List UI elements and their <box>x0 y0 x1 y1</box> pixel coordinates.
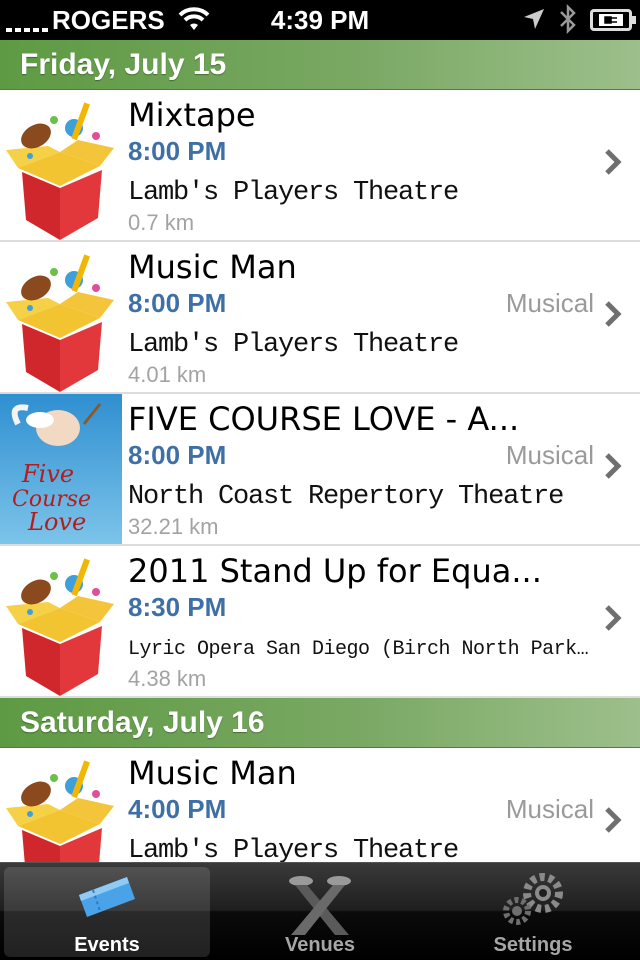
tab-venues[interactable]: Venues <box>217 867 423 957</box>
event-title: Mixtape <box>128 96 256 134</box>
ticket-icon <box>75 873 139 925</box>
event-time: 8:00 PM <box>128 440 227 470</box>
event-time: 8:00 PM <box>128 288 227 318</box>
event-time: 8:30 PM <box>128 592 227 622</box>
event-title: Music Man <box>128 248 297 286</box>
event-time: 8:00 PM <box>128 136 227 166</box>
event-row[interactable]: Five Course Love FIVE COURSE LOVE - A...… <box>0 394 640 546</box>
tab-bar: Events Venues Settings <box>0 862 640 960</box>
event-time: 4:00 PM <box>128 794 227 824</box>
chevron-right-icon <box>605 301 622 327</box>
event-venue: Lyric Opera San Diego (Birch North Park … <box>128 638 590 661</box>
event-genre: Musical <box>505 288 594 318</box>
poster-text: Love <box>27 508 86 536</box>
event-row[interactable]: Music Man 8:00 PM Musical Lamb's Players… <box>0 242 640 394</box>
event-title: 2011 Stand Up for Equa... <box>128 552 542 590</box>
event-venue: Lamb's Players Theatre <box>128 178 459 208</box>
event-title: FIVE COURSE LOVE - A... <box>128 400 520 438</box>
event-row[interactable]: 2011 Stand Up for Equa... 8:30 PM Lyric … <box>0 546 640 698</box>
five-course-love-poster: Five Course Love <box>0 394 122 544</box>
gears-icon <box>501 873 565 929</box>
event-distance: 4.01 km <box>128 362 207 387</box>
bluetooth-icon <box>558 3 578 41</box>
event-venue: Lamb's Players Theatre <box>128 330 459 360</box>
battery-icon <box>590 9 636 31</box>
tab-settings[interactable]: Settings <box>430 867 636 957</box>
tab-events[interactable]: Events <box>4 867 210 957</box>
tab-label: Events <box>74 934 140 956</box>
location-arrow-icon <box>522 7 546 38</box>
gift-box-icon <box>0 242 122 392</box>
event-genre: Musical <box>505 440 594 470</box>
events-list[interactable]: Friday, July 15 Mixtape 8:00 PM Lamb's P… <box>0 40 640 862</box>
event-distance: 32.21 km <box>128 514 219 539</box>
gift-box-icon <box>0 748 122 862</box>
section-header-friday: Friday, July 15 <box>0 40 640 90</box>
event-venue: Lamb's Players Theatre <box>128 836 459 862</box>
tab-label: Settings <box>493 934 573 956</box>
poster-text: Five <box>21 460 74 488</box>
event-genre: Musical <box>505 794 594 824</box>
chevron-right-icon <box>605 453 622 479</box>
chevron-right-icon <box>605 807 622 833</box>
event-row[interactable]: Music Man 4:00 PM Musical Lamb's Players… <box>0 748 640 862</box>
gift-box-icon <box>0 546 122 696</box>
event-distance: 0.7 km <box>128 210 195 235</box>
event-row[interactable]: Mixtape 8:00 PM Lamb's Players Theatre 0… <box>0 90 640 242</box>
chevron-right-icon <box>605 149 622 175</box>
event-venue: North Coast Repertory Theatre <box>128 482 564 512</box>
chevron-right-icon <box>605 605 622 631</box>
spotlights-icon <box>285 873 355 939</box>
event-distance: 4.38 km <box>128 666 207 691</box>
status-bar: ROGERS 4:39 PM <box>0 0 640 40</box>
event-title: Music Man <box>128 754 297 792</box>
gift-box-icon <box>0 90 122 240</box>
section-header-saturday: Saturday, July 16 <box>0 698 640 748</box>
tab-label: Venues <box>284 934 356 956</box>
